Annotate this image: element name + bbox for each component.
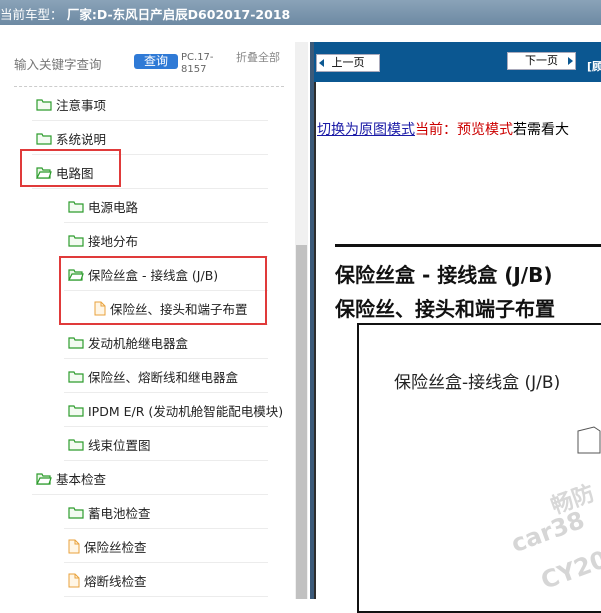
- tree-item[interactable]: 接地分布: [68, 223, 138, 257]
- tree-item[interactable]: 线束位置图: [68, 427, 151, 461]
- prev-page-label: 上一页: [331, 56, 365, 69]
- folder-icon: [36, 132, 52, 145]
- tree-item-label: 保险丝、熔断线和继电器盒: [88, 369, 239, 385]
- highlight-box-circuit: [20, 149, 121, 187]
- tree-item-label: 注意事项: [56, 97, 107, 113]
- current-label: 当前：: [415, 122, 457, 138]
- vehicle-name: D-东风日产启辰D602017-2018: [96, 7, 291, 22]
- doc-title: 保险丝盒 - 接线盒 (J/B): [335, 263, 553, 287]
- title-gap: [0, 25, 601, 42]
- tree-item-label: 线束位置图: [88, 437, 151, 453]
- tree-item[interactable]: IPDM E/R (发动机舱智能配电模块): [68, 393, 283, 427]
- title-text: 当前车型： 厂家:D-东风日产启辰D602017-2018: [0, 4, 290, 23]
- tree-item-label: 熔断线检查: [84, 573, 147, 589]
- tree-item[interactable]: 保险丝、熔断线和继电器盒: [68, 359, 238, 393]
- folder-icon: [68, 370, 84, 383]
- toolbar-corner-text: [顾: [587, 60, 601, 73]
- tree-item-label: 基本检查: [56, 471, 107, 487]
- arrow-right-icon: [568, 57, 573, 65]
- document-icon: [68, 573, 80, 587]
- search-input[interactable]: [14, 55, 129, 73]
- maker-label: 厂家:: [66, 7, 97, 22]
- title-bar: 当前车型： 厂家:D-东风日产启辰D602017-2018: [0, 0, 601, 25]
- tree-item[interactable]: 基本检查: [36, 461, 106, 495]
- prev-page-button[interactable]: 上一页: [316, 54, 380, 72]
- folder-icon: [68, 404, 84, 417]
- switch-mode-link[interactable]: 切换为原图模式: [317, 122, 415, 138]
- doc-subtitle: 保险丝、接头和端子布置: [335, 297, 555, 321]
- folder-icon: [36, 98, 52, 111]
- viewer-border: [314, 82, 316, 599]
- collapse-all-button[interactable]: 折叠全部: [236, 52, 280, 64]
- pc-code: PC.17-8157: [181, 52, 214, 75]
- tree-item[interactable]: 熔断线检查: [68, 563, 147, 597]
- search-button[interactable]: 查询: [134, 54, 178, 69]
- document-icon: [68, 539, 80, 553]
- tree-item[interactable]: 保险丝检查: [68, 529, 147, 563]
- doc-rule: [335, 244, 601, 247]
- folder-icon: [68, 336, 84, 349]
- tree-row-separator: [64, 596, 268, 597]
- fusebox-drawing: [577, 426, 601, 454]
- tree-item-label: 接地分布: [88, 233, 139, 249]
- tree-item-label: IPDM E/R (发动机舱智能配电模块): [88, 403, 284, 419]
- next-page-label: 下一页: [525, 54, 558, 67]
- tree-scrollbar-thumb[interactable]: [296, 245, 307, 599]
- tree-item[interactable]: 发动机舱继电器盒: [68, 325, 188, 359]
- tree-item-label: 发动机舱继电器盒: [88, 335, 189, 351]
- tree-item[interactable]: 蓄电池检查: [68, 495, 151, 529]
- folder-open-icon: [36, 472, 52, 485]
- tree-item-label: 蓄电池检查: [88, 505, 151, 521]
- next-page-button[interactable]: 下一页: [507, 52, 576, 70]
- mode-row: 切换为原图模式当前：预览模式若需看大: [317, 119, 569, 139]
- hint-text: 若需看大: [513, 122, 569, 138]
- tree-item[interactable]: 注意事项: [36, 87, 106, 121]
- tree-item-label: 电源电路: [88, 199, 139, 215]
- mode-label: 预览模式: [457, 122, 513, 138]
- tree-item-label: 保险丝检查: [84, 539, 147, 555]
- arrow-left-icon: [319, 59, 324, 67]
- folder-icon: [68, 438, 84, 451]
- highlight-box-fusebox: [59, 256, 267, 325]
- folder-icon: [68, 200, 84, 213]
- folder-icon: [68, 234, 84, 247]
- folder-icon: [68, 506, 84, 519]
- tree-item-label: 系统说明: [56, 131, 107, 147]
- diagram-caption: 保险丝盒-接线盒 (J/B): [394, 373, 561, 393]
- tree-item[interactable]: 电源电路: [68, 189, 138, 223]
- title-prefix: 当前车型：: [0, 7, 63, 22]
